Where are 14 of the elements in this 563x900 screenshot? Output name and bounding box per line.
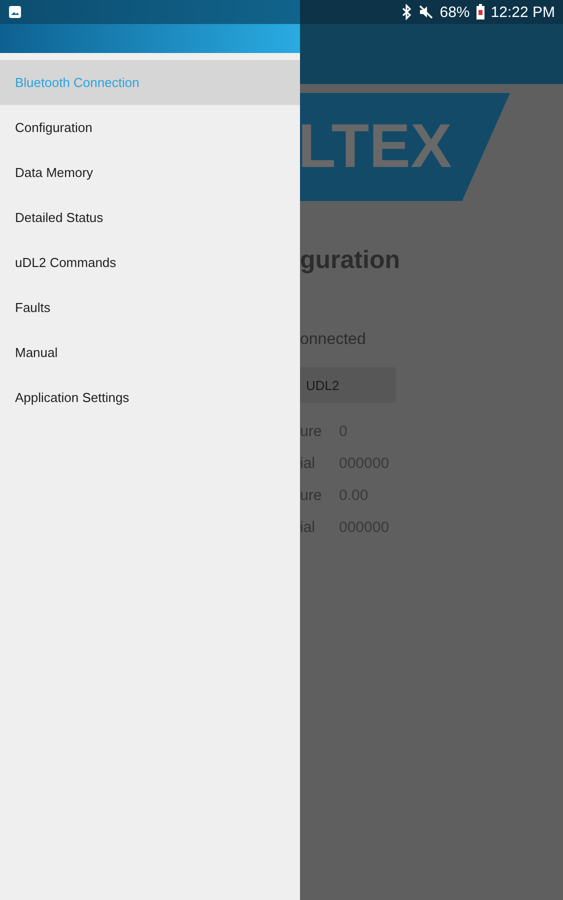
drawer-item[interactable]: Manual xyxy=(0,330,300,375)
drawer-item[interactable]: Detailed Status xyxy=(0,195,300,240)
drawer-item[interactable]: Faults xyxy=(0,285,300,330)
battery-icon xyxy=(476,4,485,20)
image-icon xyxy=(8,5,22,19)
mute-icon xyxy=(418,4,434,20)
drawer-item[interactable]: Application Settings xyxy=(0,375,300,420)
bluetooth-icon xyxy=(402,4,412,20)
drawer-item[interactable]: uDL2 Commands xyxy=(0,240,300,285)
clock: 12:22 PM xyxy=(490,4,555,20)
drawer-item[interactable]: Configuration xyxy=(0,105,300,150)
drawer-item[interactable]: Data Memory xyxy=(0,150,300,195)
logo-text: LTEX xyxy=(300,112,452,181)
battery-percentage: 68% xyxy=(440,4,470,20)
